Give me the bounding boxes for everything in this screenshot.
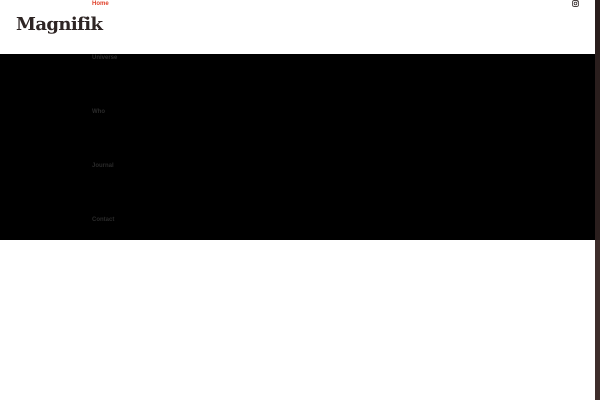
nav-item-universe[interactable]: Universe (92, 54, 117, 62)
main-nav: Home Universe Who Journal Contact (0, 0, 595, 240)
page: Magnifik Home Universe Who Journal Conta… (0, 0, 600, 400)
nav-item-who[interactable]: Who (92, 108, 105, 116)
scrollbar-thumb[interactable] (595, 0, 600, 240)
nav-item-journal[interactable]: Journal (92, 162, 114, 170)
nav-item-home[interactable]: Home (92, 0, 109, 8)
nav-item-contact[interactable]: Contact (92, 216, 114, 224)
